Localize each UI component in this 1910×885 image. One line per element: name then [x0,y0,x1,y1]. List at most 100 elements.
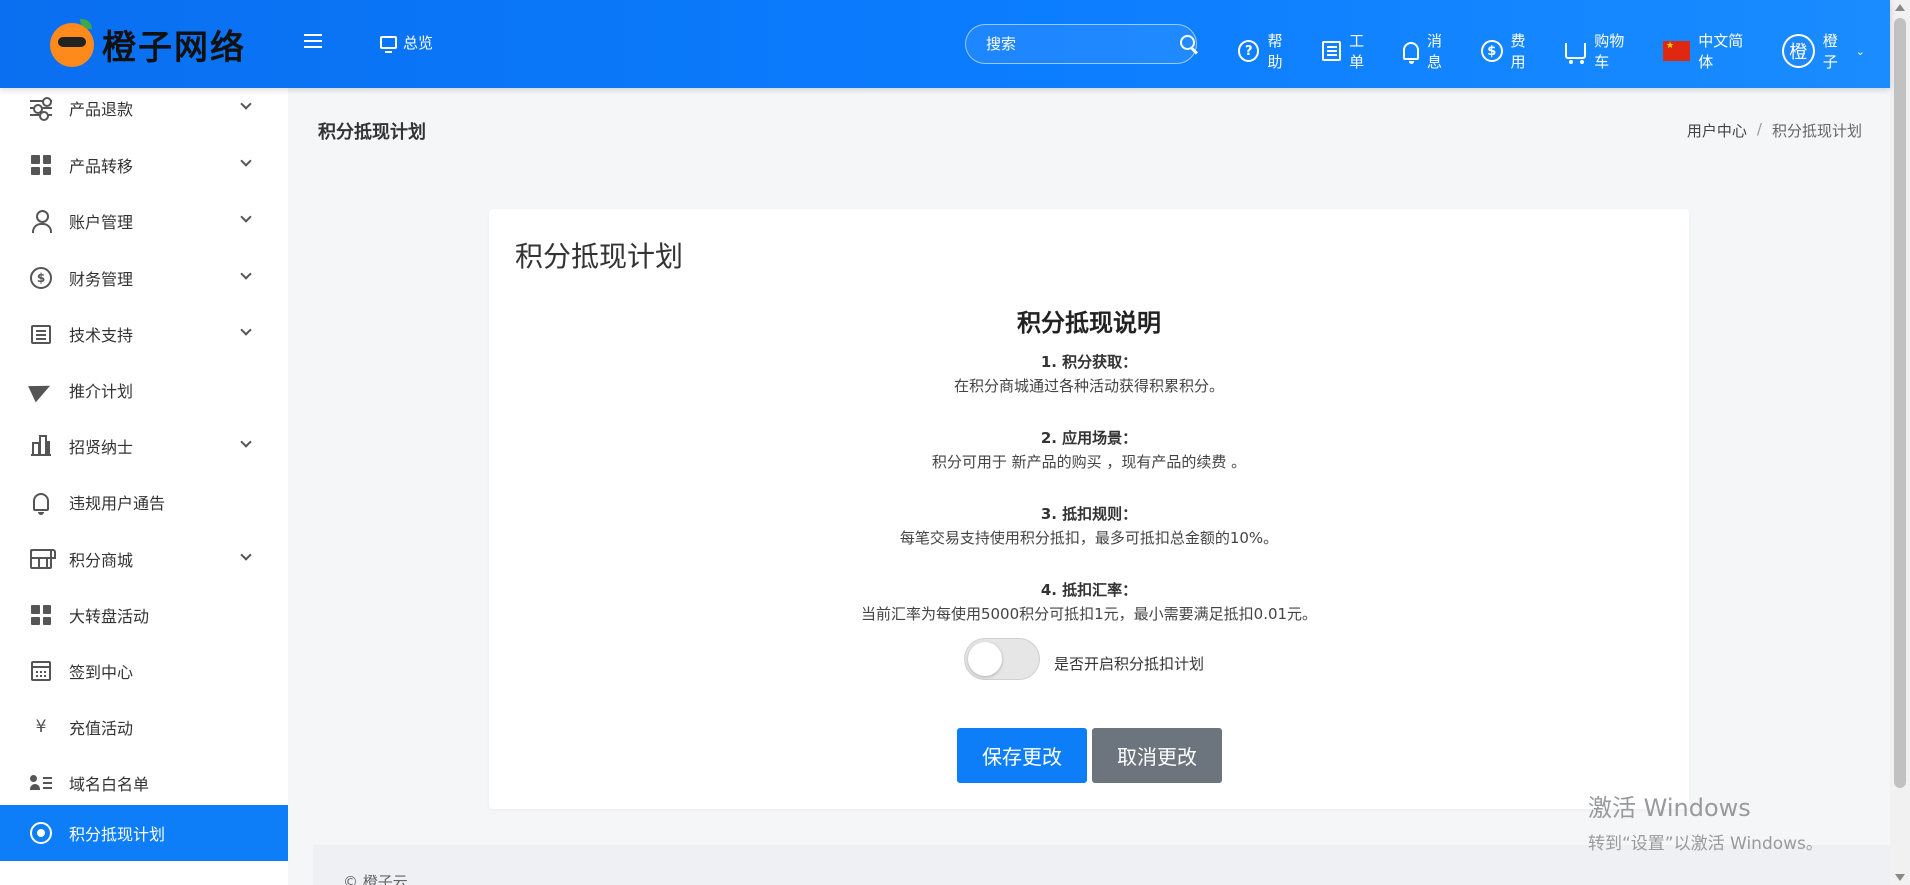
orange-logo-icon [50,18,94,67]
sidebar-item-product-refund[interactable]: 产品退款 [0,88,288,136]
sidebar-item-recruit[interactable]: 招贤纳士 [0,418,288,474]
top-links: ? 帮助 工单 消息 $ 费用 购物车 中文简体 橙 橙子 ⌄ [1238,30,1890,72]
watermark-line1: 激活 Windows [1588,794,1751,822]
sidebar-item-label: 签到中心 [69,663,134,682]
yen-icon: ¥ [35,717,47,737]
rule-desc: 当前汇率为每使用5000积分可抵扣1元，最小需要满足抵扣0.01元。 [860,605,1318,623]
logo-text: 橙子网络 [102,28,246,68]
sidebar-item-label: 充值活动 [69,719,134,738]
sidebar-item-label: 积分抵现计划 [69,825,166,844]
rule-item: 1. 积分获取： 在积分商城通过各种活动获得积累积分。 [489,350,1689,398]
explanation-section: 积分抵现说明 1. 积分获取： 在积分商城通过各种活动获得积累积分。 2. 应用… [489,303,1689,654]
chevron-down-icon [240,436,252,448]
help-link[interactable]: ? 帮助 [1238,30,1297,72]
scroll-thumb[interactable] [1894,18,1906,788]
rule-title: 4. 抵扣汇率： [1040,581,1138,599]
sidebar-item-checkin[interactable]: 签到中心 [0,643,288,699]
grid-icon [30,154,52,176]
sidebar-item-label: 大转盘活动 [69,607,150,626]
sidebar-item-wheel[interactable]: 大转盘活动 [0,587,288,643]
toggle-label: 是否开启积分抵扣计划 [1054,654,1205,673]
sidebar-item-account[interactable]: 账户管理 [0,193,288,249]
sidebar-item-violation-notice[interactable]: 违规用户通告 [0,474,288,530]
page-title: 积分抵现计划 [318,122,426,143]
search-box [965,24,1197,64]
rule-item: 3. 抵扣规则： 每笔交易支持使用积分抵扣，最多可抵扣总金额的10%。 [489,502,1689,550]
sidebar-item-label: 违规用户通告 [69,494,166,513]
cart-label: 购物车 [1594,32,1625,71]
scroll-up-icon[interactable] [1895,4,1905,11]
message-link[interactable]: 消息 [1403,30,1456,72]
chevron-down-icon [240,324,252,336]
dollar-icon: $ [1481,40,1503,62]
breadcrumb-home[interactable]: 用户中心 [1687,120,1747,141]
rule-item: 2. 应用场景： 积分可用于 新产品的购买 ，现有产品的续费 。 [489,426,1689,474]
chevron-down-icon [240,268,252,280]
cancel-button[interactable]: 取消更改 [1092,728,1222,783]
chevron-down-icon [240,155,252,167]
points-plan-card: 积分抵现计划 积分抵现说明 1. 积分获取： 在积分商城通过各种活动获得积累积分… [489,209,1689,809]
user-menu[interactable]: 橙 橙子 ⌄ [1781,30,1865,72]
calendar-icon [30,660,52,682]
search-icon[interactable] [1180,35,1195,53]
logo[interactable]: 橙子网络 [50,18,246,69]
avatar: 橙 [1781,34,1815,68]
language-label: 中文简体 [1698,32,1744,71]
scroll-down-icon[interactable] [1895,874,1905,881]
sidebar-item-referral[interactable]: 推介计划 [0,362,288,418]
save-button[interactable]: 保存更改 [957,728,1087,783]
message-label: 消息 [1426,32,1442,71]
bell-icon [30,491,52,515]
sidebar-item-points-cash-plan[interactable]: 积分抵现计划 [0,805,288,861]
windows-activation-watermark: 激活 Windows 转到“设置”以激活 Windows。 [1588,788,1823,854]
rule-title: 3. 抵扣规则： [1040,505,1138,523]
fee-link[interactable]: $ 费用 [1481,30,1540,72]
cart-link[interactable]: 购物车 [1564,30,1638,72]
language-switch[interactable]: 中文简体 [1662,30,1757,72]
china-flag-icon [1662,41,1691,61]
sidebar-item-finance[interactable]: $ 财务管理 [0,250,288,306]
chevron-down-icon [240,211,252,223]
sidebar-item-label: 积分商城 [69,551,134,570]
sidebar-item-product-transfer[interactable]: 产品转移 [0,137,288,193]
nav-overview[interactable]: 总览 [380,32,433,53]
bell-icon [1403,42,1419,64]
menu-toggle-icon[interactable] [304,34,322,52]
store-icon [30,548,56,570]
search-input[interactable] [986,35,1180,53]
sidebar-item-tech-support[interactable]: 技术支持 [0,306,288,362]
dollar-circle-icon: $ [30,267,52,289]
sidebar-item-label: 产品退款 [69,100,134,119]
help-label: 帮助 [1267,32,1283,71]
ticket-label: 工单 [1349,32,1365,71]
grid-icon [30,604,52,626]
explanation-title: 积分抵现说明 [1017,309,1161,337]
sidebar-item-label: 推介计划 [69,382,134,401]
sidebar-item-domain-whitelist[interactable]: 域名白名单 [0,755,288,811]
card-title: 积分抵现计划 [515,240,684,273]
rule-title: 1. 积分获取： [1040,353,1138,371]
rule-desc: 每笔交易支持使用积分抵扣，最多可抵扣总金额的10%。 [899,529,1279,547]
top-header: 橙子网络 总览 ? 帮助 工单 消息 $ 费用 购物车 中 [0,0,1890,88]
sidebar-item-label: 财务管理 [69,270,134,289]
monitor-icon [380,36,397,53]
sidebar-item-label: 产品转移 [69,157,134,176]
person-icon [30,210,52,233]
sidebar-item-recharge[interactable]: ¥ 充值活动 [0,699,288,755]
sidebar-item-label: 技术支持 [69,326,134,345]
sliders-icon [30,97,52,121]
sidebar-item-points-mall[interactable]: 积分商城 [0,531,288,587]
watermark-line2: 转到“设置”以激活 Windows。 [1588,834,1823,854]
question-icon: ? [1238,40,1260,62]
sidebar-item-label: 招贤纳士 [69,438,134,457]
breadcrumb-current: 积分抵现计划 [1771,122,1862,140]
sidebar-item-label: 账户管理 [69,213,134,232]
ticket-link[interactable]: 工单 [1321,30,1379,72]
id-card-icon [30,772,52,794]
sidebar-item-label: 域名白名单 [69,775,150,794]
page-scrollbar[interactable] [1890,0,1910,885]
cart-icon [1564,43,1587,64]
nav-overview-label: 总览 [403,34,434,52]
points-plan-toggle[interactable] [964,638,1040,680]
chevron-down-icon [240,98,252,110]
